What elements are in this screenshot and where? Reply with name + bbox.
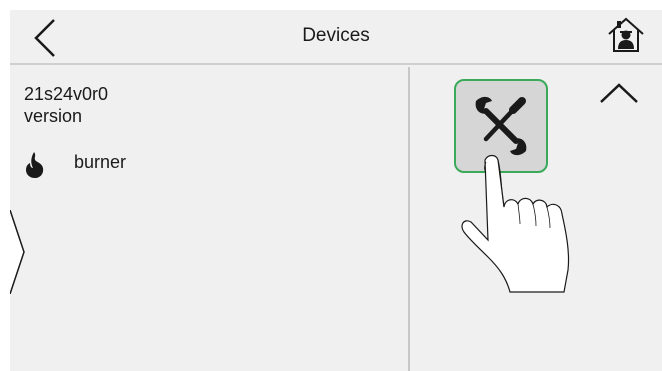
home-user-icon xyxy=(608,17,644,52)
page-title: Devices xyxy=(302,25,370,46)
side-arrow-button[interactable] xyxy=(9,209,40,295)
device-name: 21s24v0r0 xyxy=(24,84,109,104)
chevron-right-icon xyxy=(9,209,25,295)
chevron-up-icon xyxy=(600,83,638,103)
device-info-panel: 21s24v0r0 version burner xyxy=(10,67,410,371)
collapse-button[interactable] xyxy=(598,81,640,105)
header-bar: Devices xyxy=(10,10,662,65)
list-item-burner[interactable]: burner xyxy=(24,149,224,179)
burner-label: burner xyxy=(74,152,127,172)
flame-icon xyxy=(26,152,44,178)
device-version-label: version xyxy=(24,106,83,126)
home-button[interactable] xyxy=(606,15,646,55)
pointing-hand-icon xyxy=(461,154,570,293)
